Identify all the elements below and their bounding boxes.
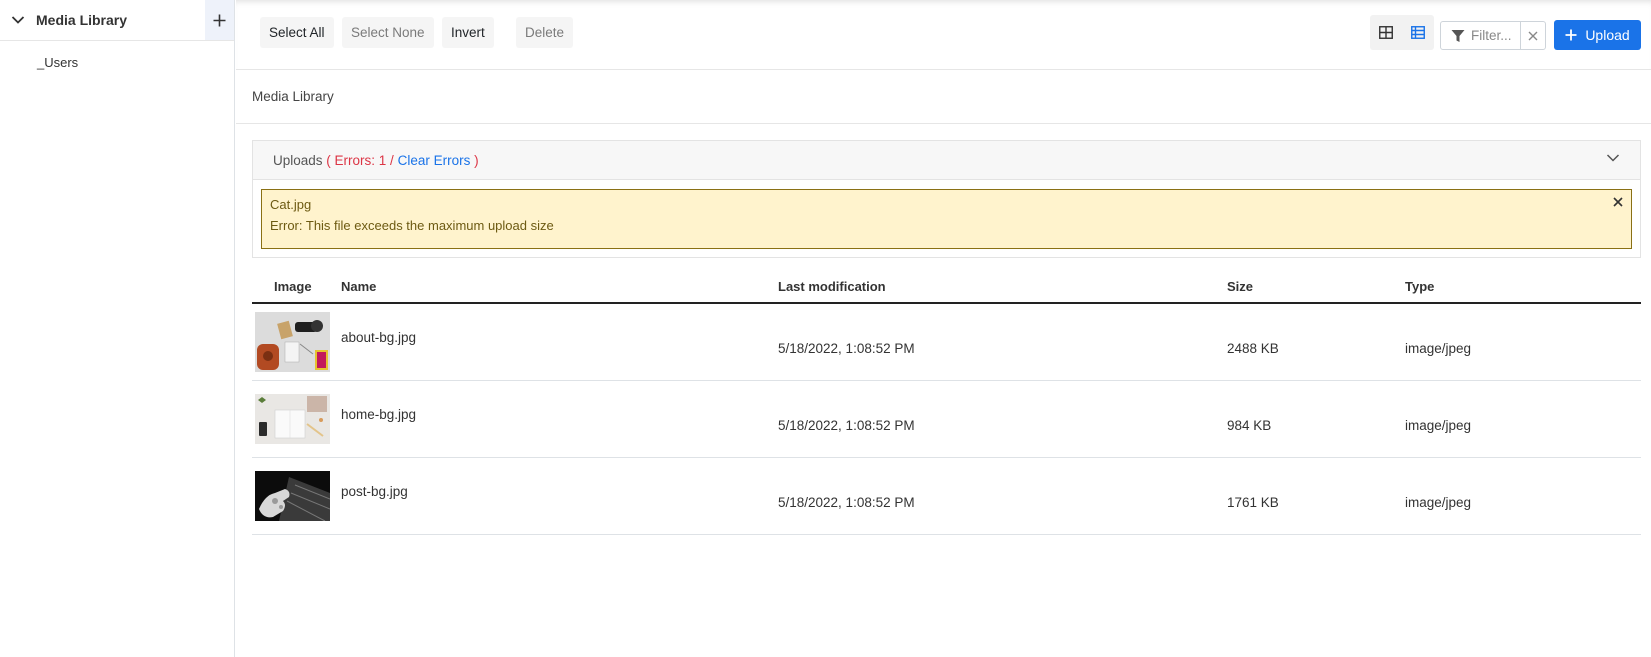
error-message: Error: This file exceeds the maximum upl… — [270, 218, 554, 233]
sidebar-title[interactable]: Media Library — [36, 12, 205, 28]
uploads-header[interactable]: Uploads ( Errors: 1 / Clear Errors ) — [253, 141, 1640, 180]
filter-placeholder: Filter... — [1471, 28, 1512, 43]
sidebar: Media Library _Users — [0, 0, 235, 657]
file-name[interactable]: about-bg.jpg — [341, 303, 778, 381]
thumbnail-cell — [252, 303, 341, 381]
file-type: image/jpeg — [1405, 303, 1641, 381]
table-row[interactable]: home-bg.jpg 5/18/2022, 1:08:52 PM 984 KB… — [252, 380, 1641, 458]
invert-button[interactable]: Invert — [442, 17, 494, 48]
close-icon — [1528, 31, 1538, 40]
file-name[interactable]: post-bg.jpg — [341, 457, 778, 535]
file-size: 2488 KB — [1227, 303, 1405, 381]
thumbnail-cell — [252, 380, 341, 458]
toolbar: Select All Select None Invert Delete Fil… — [236, 0, 1651, 70]
upload-label: Upload — [1585, 27, 1630, 43]
uploads-panel: Uploads ( Errors: 1 / Clear Errors ) Cat… — [252, 140, 1641, 258]
file-modified: 5/18/2022, 1:08:52 PM — [778, 303, 1227, 381]
select-all-button[interactable]: Select All — [260, 17, 334, 48]
view-toggle — [1370, 15, 1434, 50]
upload-button[interactable]: Upload — [1554, 20, 1641, 50]
close-paren: ) — [474, 152, 479, 168]
sidebar-item-users[interactable]: _Users — [37, 55, 78, 70]
filter-icon — [1451, 29, 1465, 42]
column-image[interactable]: Image — [252, 270, 341, 304]
desk-flatlay-icon[interactable] — [255, 311, 330, 372]
table-row[interactable]: post-bg.jpg 5/18/2022, 1:08:52 PM 1761 K… — [252, 457, 1641, 535]
sidebar-header: Media Library — [0, 0, 234, 41]
list-view-button[interactable] — [1402, 15, 1434, 50]
file-modified: 5/18/2022, 1:08:52 PM — [778, 380, 1227, 458]
chevron-down-icon[interactable] — [1606, 153, 1620, 163]
close-icon — [1613, 197, 1623, 207]
file-type: image/jpeg — [1405, 457, 1641, 535]
clear-errors-link[interactable]: Clear Errors — [398, 153, 471, 168]
clear-filter-button[interactable] — [1520, 21, 1546, 50]
select-none-button[interactable]: Select None — [342, 17, 434, 48]
delete-button[interactable]: Delete — [516, 17, 574, 48]
divider — [236, 123, 1651, 124]
column-last-modification[interactable]: Last modification — [778, 270, 1227, 304]
error-file-name: Cat.jpg — [270, 197, 312, 212]
dismiss-error-button[interactable] — [1613, 192, 1623, 213]
list-icon — [1411, 26, 1425, 39]
notebook-icon[interactable] — [255, 393, 330, 444]
upload-error-count: ( Errors: 1 / — [326, 152, 394, 168]
table-row[interactable]: about-bg.jpg 5/18/2022, 1:08:52 PM 2488 … — [252, 303, 1641, 381]
add-folder-button[interactable] — [205, 0, 234, 40]
thumbnail-cell — [252, 457, 341, 535]
column-type[interactable]: Type — [1405, 270, 1641, 304]
main-content: Select All Select None Invert Delete Fil… — [236, 0, 1651, 657]
robot-hand-icon[interactable] — [255, 470, 330, 521]
column-size[interactable]: Size — [1227, 270, 1405, 304]
plus-icon — [213, 14, 226, 26]
chevron-down-icon[interactable] — [0, 15, 36, 25]
grid-view-button[interactable] — [1370, 15, 1402, 50]
upload-error-alert: Cat.jpg Error: This file exceeds the max… — [261, 189, 1632, 249]
file-name[interactable]: home-bg.jpg — [341, 380, 778, 458]
file-modified: 5/18/2022, 1:08:52 PM — [778, 457, 1227, 535]
plus-icon — [1565, 29, 1577, 41]
uploads-label: Uploads — [273, 152, 323, 168]
file-size: 1761 KB — [1227, 457, 1405, 535]
breadcrumb[interactable]: Media Library — [252, 89, 334, 104]
grid-icon — [1379, 26, 1393, 39]
column-name[interactable]: Name — [341, 270, 778, 304]
media-table: Image Name Last modification Size Type a… — [252, 270, 1641, 535]
table-header-row: Image Name Last modification Size Type — [252, 270, 1641, 304]
file-size: 984 KB — [1227, 380, 1405, 458]
filter-input[interactable]: Filter... — [1440, 21, 1521, 50]
file-type: image/jpeg — [1405, 380, 1641, 458]
